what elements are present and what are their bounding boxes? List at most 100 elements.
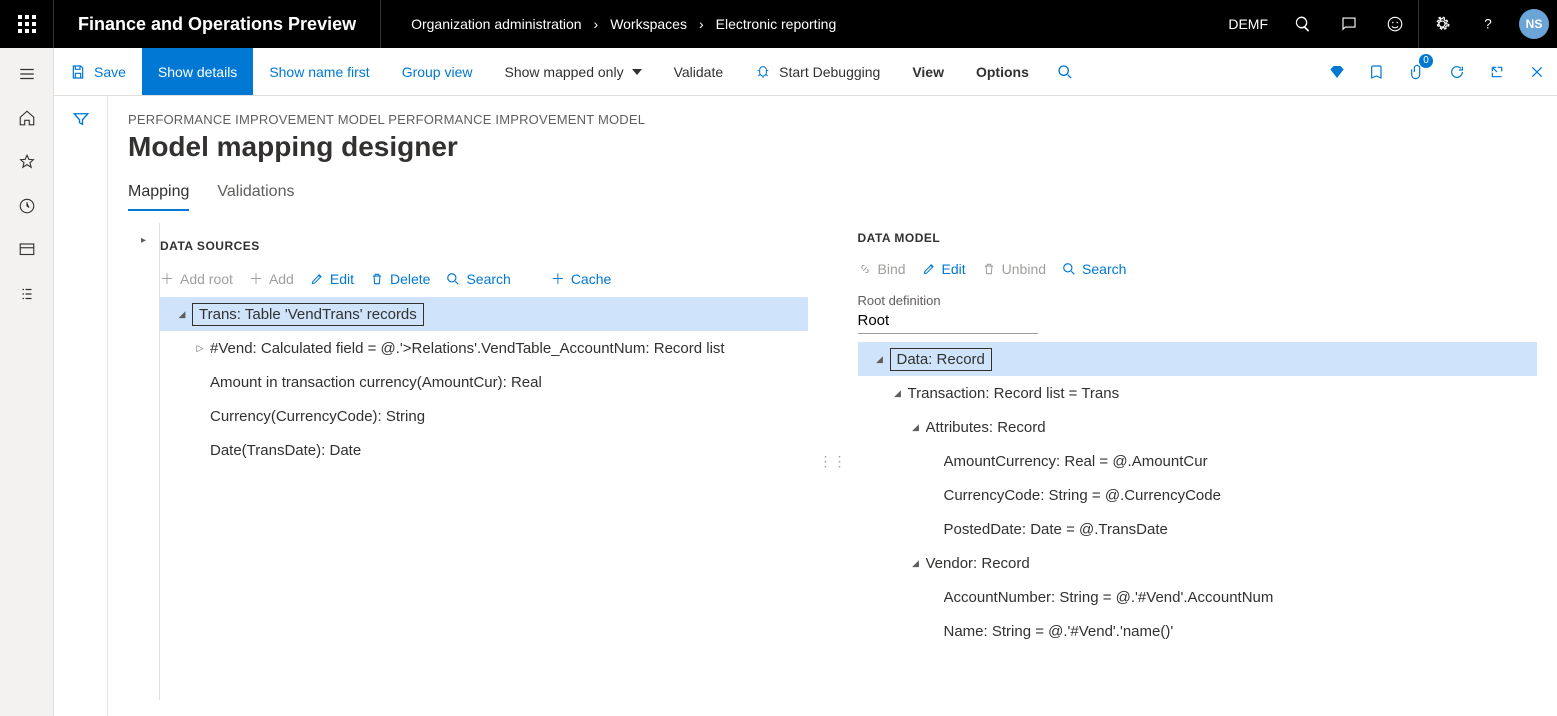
- cmdbar-search-button[interactable]: [1045, 48, 1085, 96]
- tab-mapping[interactable]: Mapping: [128, 175, 189, 211]
- data-sources-tree: ◢Trans: Table 'VendTrans' records▷#Vend:…: [160, 297, 808, 467]
- tree-expander[interactable]: ▷: [190, 343, 210, 354]
- ds-delete-button[interactable]: Delete: [370, 271, 430, 287]
- clock-icon: [18, 197, 36, 215]
- data-sources-title: DATA SOURCES: [160, 231, 808, 261]
- tree-expander[interactable]: ◢: [906, 422, 926, 433]
- page: PERFORMANCE IMPROVEMENT MODEL PERFORMANC…: [108, 96, 1557, 716]
- cmdbar-attach-button[interactable]: 0: [1397, 48, 1437, 96]
- link-icon: [858, 262, 872, 276]
- nav-modules-button[interactable]: [0, 274, 54, 314]
- data-source-types-collapse[interactable]: ▸: [128, 223, 160, 700]
- show-name-first-label: Show name first: [269, 64, 369, 80]
- list-icon: [18, 285, 36, 303]
- dm-bind-button[interactable]: Bind: [858, 261, 906, 277]
- tree-node-label: Currency(CurrencyCode): String: [210, 408, 425, 425]
- chevron-right-icon: ›: [699, 16, 704, 32]
- search-button[interactable]: [1280, 0, 1326, 48]
- tree-node-label: AccountNumber: String = @.'#Vend'.Accoun…: [944, 589, 1274, 606]
- ds-edit-label: Edit: [330, 271, 354, 287]
- tree-row[interactable]: AmountCurrency: Real = @.AmountCur: [858, 444, 1538, 478]
- ds-add-button[interactable]: ＋Add: [249, 269, 294, 289]
- app-launcher-button[interactable]: [0, 0, 54, 48]
- designer-columns: ▸ DATA SOURCES ＋Add root ＋Add: [128, 223, 1537, 700]
- tree-row[interactable]: ◢Transaction: Record list = Trans: [858, 376, 1538, 410]
- tree-row[interactable]: ◢Trans: Table 'VendTrans' records: [160, 297, 808, 331]
- tree-row[interactable]: AccountNumber: String = @.'#Vend'.Accoun…: [858, 580, 1538, 614]
- feedback-button[interactable]: [1372, 0, 1418, 48]
- root-definition-input[interactable]: [858, 308, 1038, 334]
- save-button[interactable]: Save: [54, 48, 142, 95]
- ds-search-button[interactable]: Search: [446, 271, 510, 287]
- debug-icon: [755, 64, 771, 80]
- breadcrumb-item[interactable]: Electronic reporting: [716, 16, 837, 32]
- ds-add-root-button[interactable]: ＋Add root: [160, 269, 233, 289]
- tree-row[interactable]: Name: String = @.'#Vend'.'name()': [858, 614, 1538, 648]
- data-model-tree: ◢Data: Record◢Transaction: Record list =…: [858, 342, 1538, 648]
- nav-recent-button[interactable]: [0, 186, 54, 226]
- book-icon: [1369, 64, 1385, 80]
- start-debugging-button[interactable]: Start Debugging: [739, 48, 896, 95]
- diamond-icon: [1329, 64, 1345, 80]
- data-model-title: DATA MODEL: [858, 223, 1538, 253]
- ds-cache-button[interactable]: ＋Cache: [551, 269, 611, 289]
- tree-row[interactable]: Amount in transaction currency(AmountCur…: [160, 365, 808, 399]
- cmdbar-refresh-button[interactable]: [1437, 48, 1477, 96]
- settings-button[interactable]: [1419, 0, 1465, 48]
- dm-unbind-button[interactable]: Unbind: [982, 261, 1046, 277]
- dm-edit-button[interactable]: Edit: [922, 261, 966, 277]
- tree-node-label: Attributes: Record: [926, 419, 1046, 436]
- edit-icon: [310, 272, 324, 286]
- ds-edit-button[interactable]: Edit: [310, 271, 354, 287]
- nav-hamburger-button[interactable]: [0, 54, 54, 94]
- breadcrumb-item[interactable]: Organization administration: [411, 16, 581, 32]
- top-nav-right: DEMF ? NS: [1216, 0, 1557, 48]
- gear-icon: [1433, 15, 1451, 33]
- top-nav-bar: Finance and Operations Preview Organizat…: [0, 0, 1557, 48]
- search-icon: [1057, 64, 1073, 80]
- company-selector[interactable]: DEMF: [1216, 16, 1280, 32]
- show-name-first-button[interactable]: Show name first: [253, 48, 385, 95]
- plus-icon: ＋: [551, 269, 565, 289]
- tree-expander[interactable]: ◢: [172, 309, 192, 320]
- view-menu[interactable]: View: [896, 48, 960, 95]
- main-area: Save Show details Show name first Group …: [54, 48, 1557, 716]
- tree-row[interactable]: CurrencyCode: String = @.CurrencyCode: [858, 478, 1538, 512]
- tree-expander[interactable]: ◢: [870, 354, 890, 365]
- dm-search-label: Search: [1082, 261, 1126, 277]
- dm-edit-label: Edit: [942, 261, 966, 277]
- group-view-button[interactable]: Group view: [386, 48, 489, 95]
- dm-search-button[interactable]: Search: [1062, 261, 1126, 277]
- cmdbar-diamond-button[interactable]: [1317, 48, 1357, 96]
- tree-row[interactable]: ▷#Vend: Calculated field = @.'>Relations…: [160, 331, 808, 365]
- tree-expander[interactable]: ◢: [888, 388, 908, 399]
- tree-row[interactable]: Currency(CurrencyCode): String: [160, 399, 808, 433]
- user-avatar[interactable]: NS: [1511, 0, 1557, 48]
- cmdbar-popout-button[interactable]: [1477, 48, 1517, 96]
- save-icon: [70, 64, 86, 80]
- options-menu[interactable]: Options: [960, 48, 1045, 95]
- tree-row[interactable]: Date(TransDate): Date: [160, 433, 808, 467]
- help-button[interactable]: ?: [1465, 0, 1511, 48]
- tree-row[interactable]: ◢Attributes: Record: [858, 410, 1538, 444]
- tree-node-label: Data: Record: [890, 348, 992, 371]
- cmdbar-book-button[interactable]: [1357, 48, 1397, 96]
- filter-pane-toggle[interactable]: [54, 96, 108, 716]
- column-splitter[interactable]: ⋮⋮: [824, 223, 842, 700]
- tree-row[interactable]: PostedDate: Date = @.TransDate: [858, 512, 1538, 546]
- nav-workspaces-button[interactable]: [0, 230, 54, 270]
- tab-validations[interactable]: Validations: [217, 175, 294, 211]
- validate-button[interactable]: Validate: [658, 48, 740, 95]
- tree-expander[interactable]: ◢: [906, 558, 926, 569]
- popout-icon: [1489, 64, 1505, 80]
- avatar: NS: [1519, 9, 1549, 39]
- tree-row[interactable]: ◢Vendor: Record: [858, 546, 1538, 580]
- show-details-button[interactable]: Show details: [142, 48, 253, 95]
- show-mapped-only-dropdown[interactable]: Show mapped only: [489, 48, 658, 95]
- nav-home-button[interactable]: [0, 98, 54, 138]
- nav-favorites-button[interactable]: [0, 142, 54, 182]
- messages-button[interactable]: [1326, 0, 1372, 48]
- cmdbar-close-button[interactable]: [1517, 48, 1557, 96]
- tree-row[interactable]: ◢Data: Record: [858, 342, 1538, 376]
- breadcrumb-item[interactable]: Workspaces: [610, 16, 687, 32]
